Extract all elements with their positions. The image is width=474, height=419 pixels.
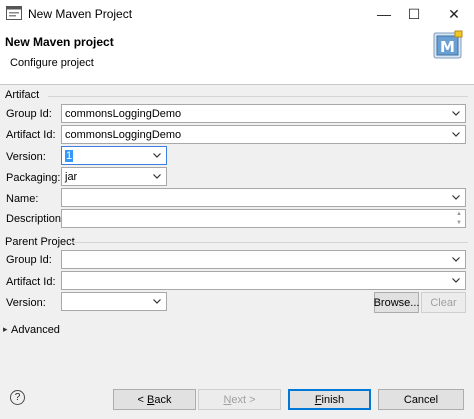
parent-group-label: Parent Project [5, 236, 75, 248]
artifact-id-value: commonsLoggingDemo [65, 128, 182, 141]
parent-group-id-combo[interactable] [61, 250, 466, 269]
parent-group-divider [72, 242, 468, 243]
parent-artifact-id-label: Artifact Id: [6, 276, 56, 288]
browse-button[interactable]: Browse... [374, 292, 419, 313]
back-prefix: < [137, 393, 147, 406]
wizard-subtitle: Configure project [10, 57, 94, 69]
parent-version-combo[interactable] [61, 292, 167, 311]
back-mnemonic: B [147, 393, 155, 406]
parent-version-label: Version: [6, 297, 46, 309]
back-button[interactable]: < Back [113, 389, 196, 410]
chevron-down-icon [452, 278, 460, 283]
packaging-value: jar [65, 170, 78, 183]
description-textarea[interactable]: ▲ ▼ [61, 209, 466, 228]
help-icon[interactable]: ? [10, 390, 25, 405]
group-id-combo[interactable]: commonsLoggingDemo [61, 104, 466, 123]
name-combo[interactable] [61, 188, 466, 207]
description-scrollbar[interactable]: ▲ ▼ [453, 210, 465, 227]
version-label: Version: [6, 151, 46, 163]
next-button[interactable]: Next > [198, 389, 281, 410]
cancel-button[interactable]: Cancel [378, 389, 464, 410]
finish-rest: inish [321, 393, 345, 406]
svg-text:M: M [440, 38, 455, 56]
chevron-down-icon [153, 153, 161, 158]
back-rest: ack [154, 393, 172, 406]
artifact-group-label: Artifact [5, 89, 40, 101]
next-mnemonic: N [223, 393, 232, 406]
chevron-down-icon [153, 174, 161, 179]
chevron-down-icon [153, 299, 161, 304]
group-id-value: commonsLoggingDemo [65, 107, 182, 120]
name-label: Name: [6, 193, 39, 205]
version-value: 1 [65, 149, 74, 162]
scroll-up-icon[interactable]: ▲ [456, 210, 462, 218]
wizard-title: New Maven project [5, 35, 114, 49]
packaging-combo[interactable]: jar [61, 167, 167, 186]
finish-mnemonic: F [314, 393, 322, 406]
parent-artifact-id-combo[interactable] [61, 271, 466, 290]
clear-button[interactable]: Clear [421, 292, 466, 313]
group-id-label: Group Id: [6, 108, 52, 120]
maximize-button[interactable]: ☐ [396, 0, 432, 28]
packaging-label: Packaging: [6, 172, 61, 184]
artifact-id-combo[interactable]: commonsLoggingDemo [61, 125, 466, 144]
expand-arrow-icon[interactable]: ▸ [3, 324, 8, 335]
artifact-group-divider [48, 96, 468, 97]
maven-logo-icon: M [433, 30, 463, 59]
chevron-down-icon [452, 111, 460, 116]
chevron-down-icon [452, 257, 460, 262]
eclipse-window-icon [6, 6, 22, 20]
window-title: New Maven Project [28, 7, 133, 21]
next-rest: ext > [231, 393, 256, 406]
scroll-down-icon[interactable]: ▼ [456, 219, 462, 227]
version-combo[interactable]: 1 [61, 146, 167, 165]
advanced-toggle[interactable]: Advanced [11, 324, 60, 336]
parent-group-id-label: Group Id: [6, 254, 52, 266]
chevron-down-icon [452, 132, 460, 137]
chevron-down-icon [452, 195, 460, 200]
finish-button[interactable]: Finish [288, 389, 371, 410]
close-button[interactable]: ✕ [436, 0, 472, 28]
description-label: Description: [6, 213, 65, 225]
artifact-id-label: Artifact Id: [6, 129, 56, 141]
